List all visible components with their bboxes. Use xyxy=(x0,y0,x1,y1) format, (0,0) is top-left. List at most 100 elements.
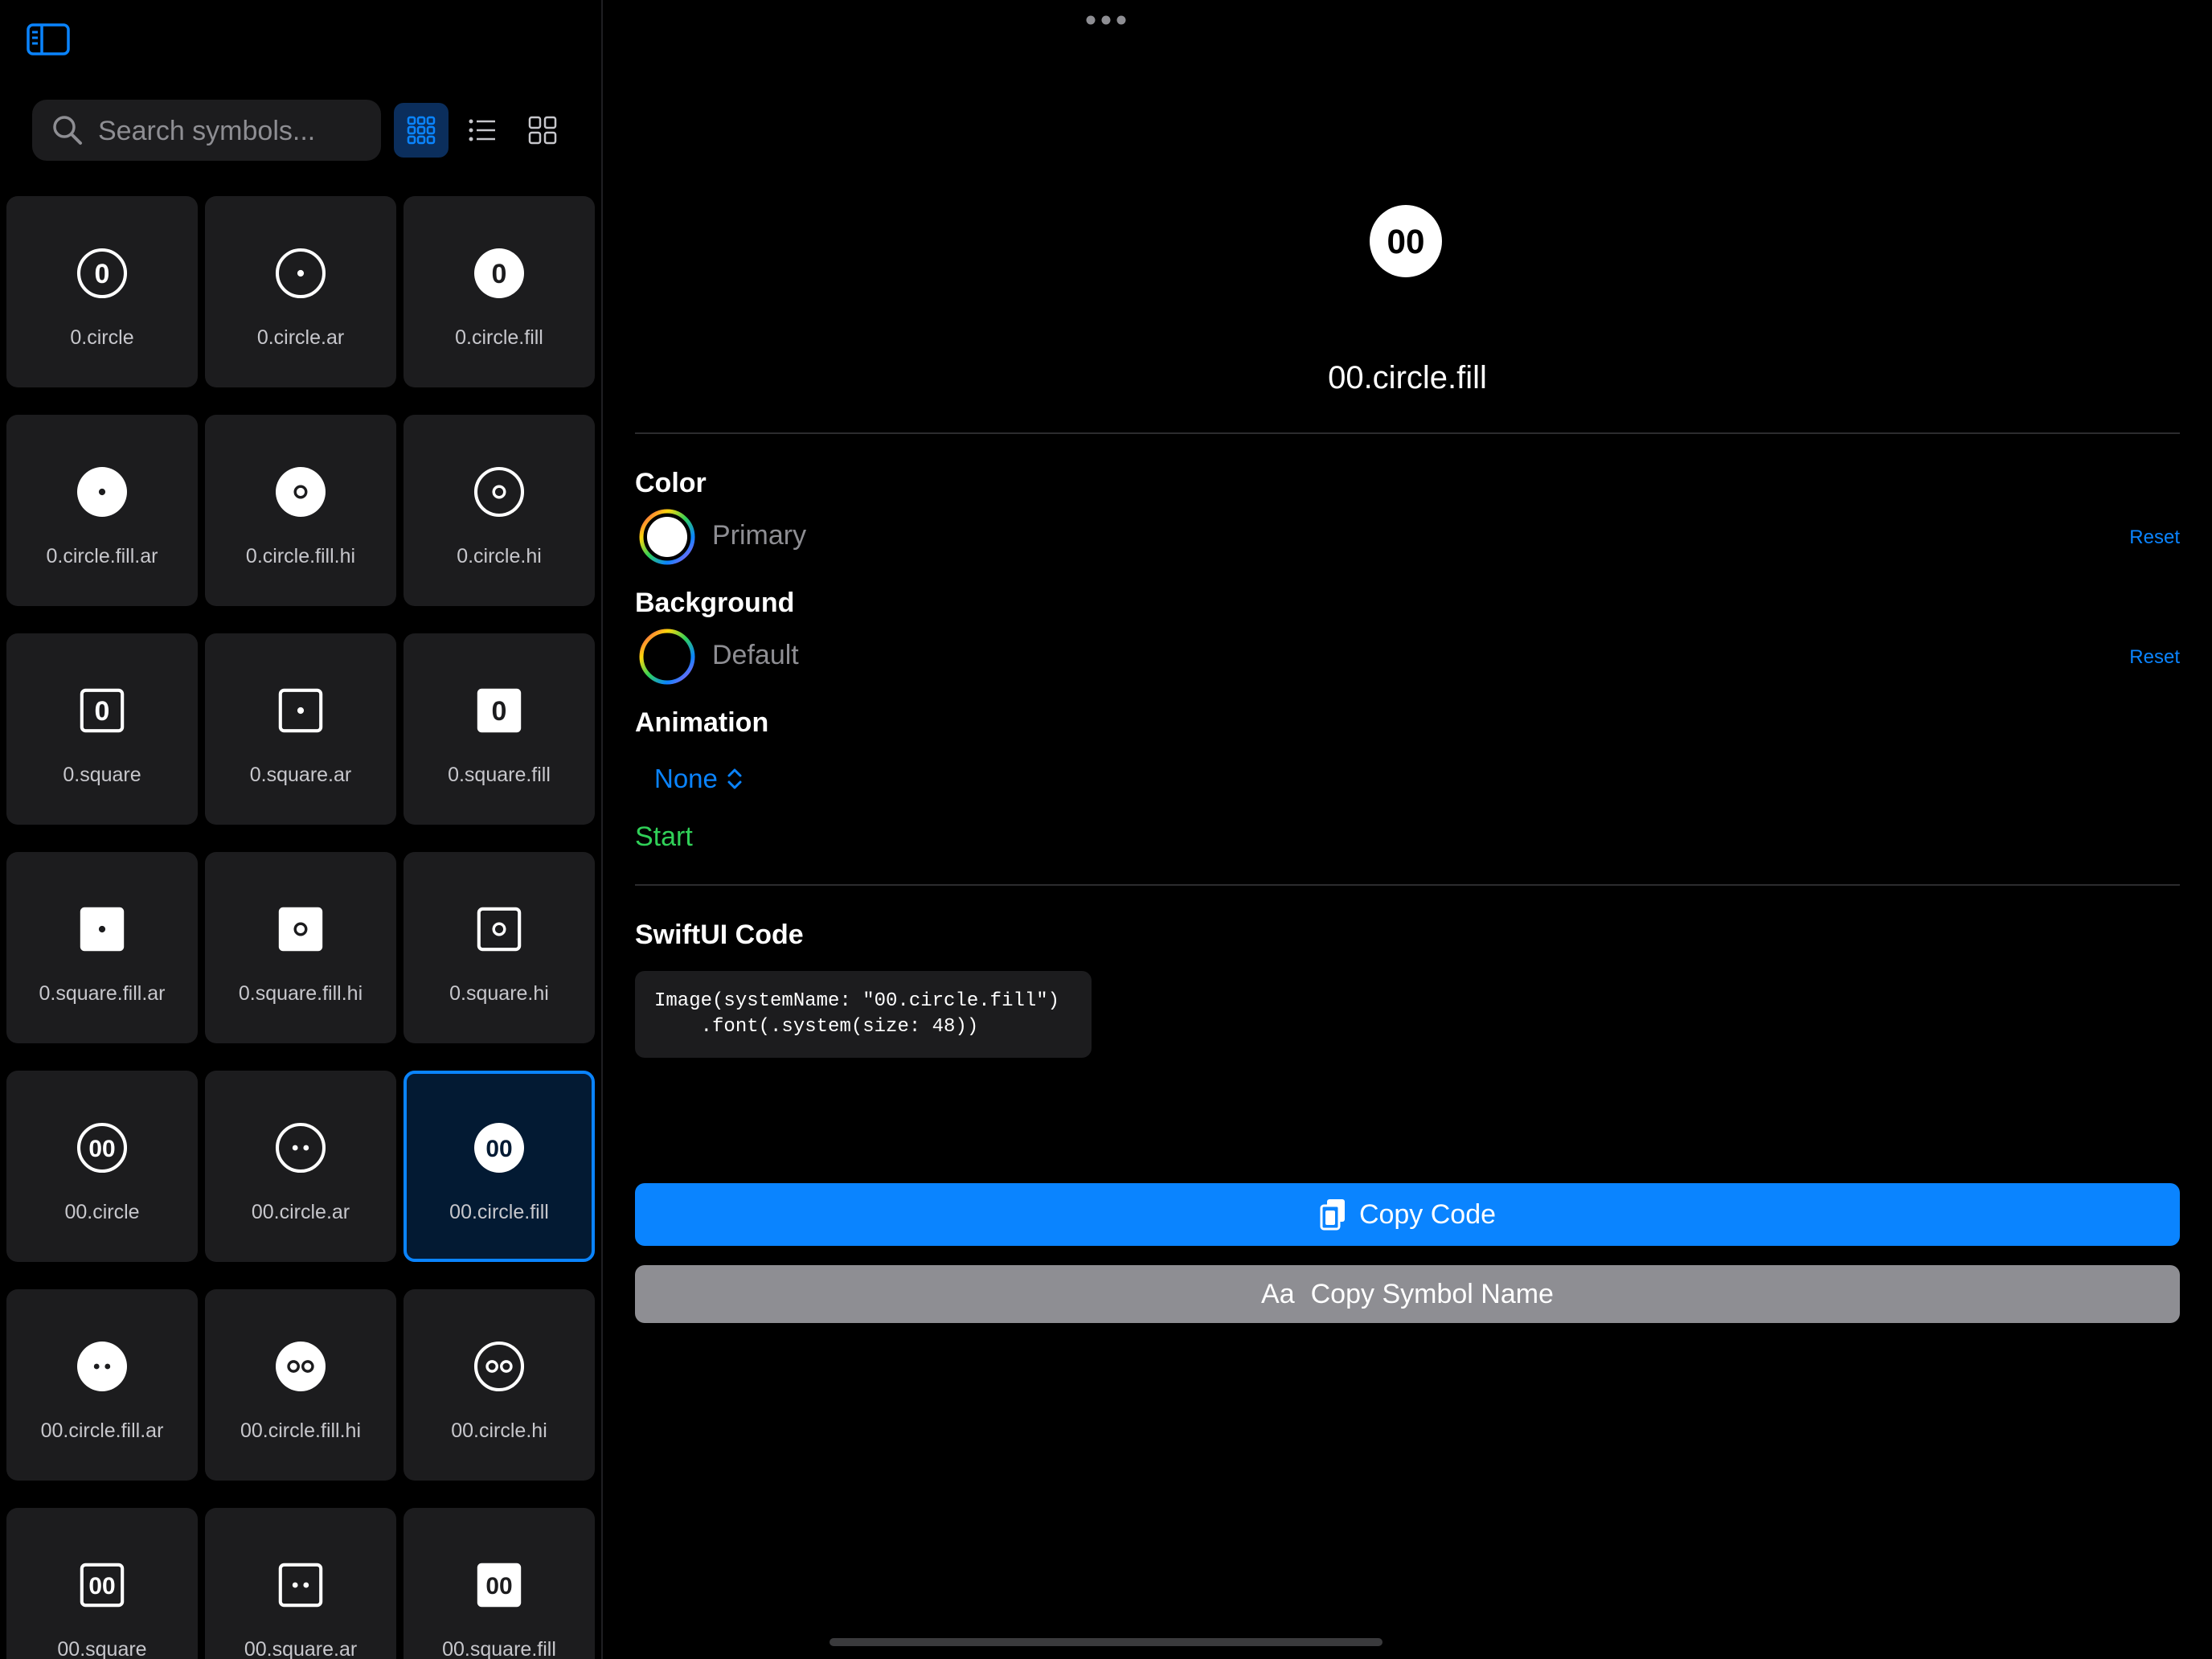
symbol-tile[interactable]: 0.circle.hi xyxy=(403,415,595,606)
background-value: Default xyxy=(712,640,799,670)
symbol-tile-label: 00.square.ar xyxy=(244,1638,358,1659)
copy-symbol-name-label: Copy Symbol Name xyxy=(1310,1278,1554,1309)
svg-text:00: 00 xyxy=(88,1573,115,1600)
small-grid-view-button[interactable] xyxy=(394,103,449,158)
symbol-tile-label: 0.square.fill xyxy=(448,764,551,786)
grid-3x3-icon xyxy=(407,116,436,145)
background-picker-swatch[interactable] xyxy=(638,628,696,686)
symbol-icon: 0 xyxy=(472,246,526,301)
symbol-tile[interactable]: 00 00.circle xyxy=(6,1071,198,1262)
symbol-tile[interactable]: 00.circle.ar xyxy=(205,1071,396,1262)
symbol-icon xyxy=(273,246,328,301)
sidebar: 0 0.circle 0.circle.ar 0 0.circle.fill 0.circ… xyxy=(0,0,603,1659)
search-input[interactable] xyxy=(96,100,373,162)
background-reset-button[interactable]: Reset xyxy=(2129,646,2180,669)
svg-text:0: 0 xyxy=(492,259,507,289)
symbol-icon xyxy=(273,902,328,956)
symbol-icon xyxy=(273,683,328,738)
symbol-icon: 00 xyxy=(75,1120,129,1175)
home-indicator xyxy=(830,1638,1382,1646)
symbol-icon: 00 xyxy=(472,1558,526,1612)
svg-text:00: 00 xyxy=(485,1136,512,1162)
symbol-tile[interactable]: 00.circle.hi xyxy=(403,1289,595,1481)
symbol-icon: 00 xyxy=(472,1120,526,1175)
symbol-icon xyxy=(472,902,526,956)
list-bullet-icon xyxy=(469,119,495,141)
symbol-tile-label: 0.square xyxy=(63,764,141,786)
search-icon xyxy=(51,114,84,146)
symbol-tile[interactable]: 0.circle.fill.ar xyxy=(6,415,198,606)
symbol-icon: 0 xyxy=(75,246,129,301)
grid-2x2-icon xyxy=(528,116,557,145)
svg-text:0: 0 xyxy=(492,696,507,727)
symbol-icon: 00 xyxy=(75,1558,129,1612)
search-field[interactable] xyxy=(32,100,381,162)
textformat-icon: Aa xyxy=(1261,1278,1295,1309)
symbol-tile-label: 0.circle.fill.ar xyxy=(46,545,158,567)
symbol-tile-label: 00.circle.ar xyxy=(251,1201,350,1223)
symbol-tile[interactable]: 00 00.square xyxy=(6,1508,198,1659)
divider xyxy=(635,432,2180,434)
copy-doc-icon xyxy=(1320,1199,1345,1231)
symbol-tile[interactable]: 00.circle.fill.ar xyxy=(6,1289,198,1481)
symbol-icon xyxy=(472,465,526,519)
symbol-tile[interactable]: 0.square.fill.ar xyxy=(6,852,198,1043)
chevron-up-down-icon xyxy=(727,768,742,789)
symbol-tile-label: 00.circle.fill xyxy=(449,1201,549,1223)
symbol-tile-label: 00.square.fill xyxy=(442,1638,556,1659)
symbol-icon xyxy=(273,1339,328,1394)
symbol-icon: 0 xyxy=(472,683,526,738)
svg-text:0: 0 xyxy=(95,259,110,289)
symbol-detail-panel: 00 00.circle.fill Color Primary Reset Ba… xyxy=(603,0,2212,1659)
svg-text:00: 00 xyxy=(485,1573,512,1600)
copy-code-button[interactable]: Copy Code xyxy=(635,1183,2180,1246)
symbol-tile[interactable]: 00 00.circle.fill xyxy=(403,1071,595,1262)
symbol-tile-label: 0.circle.ar xyxy=(256,326,345,349)
symbol-tile[interactable]: 0.circle.ar xyxy=(205,196,396,387)
symbol-tile[interactable]: 0.square.hi xyxy=(403,852,595,1043)
animation-picker[interactable]: None xyxy=(654,764,743,794)
symbol-icon xyxy=(75,1339,129,1394)
symbol-tile-label: 0.square.ar xyxy=(249,764,352,786)
symbol-icon: 0 xyxy=(75,683,129,738)
svg-text:0: 0 xyxy=(95,696,110,727)
symbol-icon xyxy=(472,1339,526,1394)
animation-section-title: Animation xyxy=(635,707,769,738)
symbol-tile[interactable]: 0 0.square.fill xyxy=(403,633,595,825)
color-section-title: Color xyxy=(635,468,707,498)
symbol-icon xyxy=(75,902,129,956)
symbol-tile[interactable]: 0.square.fill.hi xyxy=(205,852,396,1043)
start-animation-button[interactable]: Start xyxy=(635,821,693,853)
symbol-icon xyxy=(273,465,328,519)
symbol-tile-label: 00.circle xyxy=(64,1201,140,1223)
symbol-icon xyxy=(273,1558,328,1612)
ellipsis-icon[interactable] xyxy=(1085,14,1127,26)
sidebar-left-icon[interactable] xyxy=(26,23,74,59)
color-reset-button[interactable]: Reset xyxy=(2129,526,2180,549)
color-picker-swatch[interactable] xyxy=(638,508,696,566)
symbol-tile-label: 00.circle.hi xyxy=(451,1419,547,1442)
symbol-tile-label: 0.circle.hi xyxy=(457,545,542,567)
symbol-tile[interactable]: 0.circle.fill.hi xyxy=(205,415,396,606)
list-view-button[interactable] xyxy=(455,103,510,158)
large-grid-view-button[interactable] xyxy=(515,103,570,158)
divider xyxy=(635,884,2180,886)
symbol-tile[interactable]: 00.circle.fill.hi xyxy=(205,1289,396,1481)
symbol-tile[interactable]: 00.square.ar xyxy=(205,1508,396,1659)
code-block[interactable]: Image(systemName: "00.circle.fill") .fon… xyxy=(635,971,1092,1058)
symbol-tile[interactable]: 0 0.square xyxy=(6,633,198,825)
copy-code-label: Copy Code xyxy=(1358,1198,1497,1230)
symbol-preview: 00 xyxy=(1367,203,1444,280)
code-line-2: .font(.system(size: 48)) xyxy=(654,1016,979,1038)
symbol-name-title: 00.circle.fill xyxy=(1328,360,1487,395)
symbol-tile[interactable]: 0 0.circle xyxy=(6,196,198,387)
symbol-icon xyxy=(75,465,129,519)
symbol-tile[interactable]: 0 0.circle.fill xyxy=(403,196,595,387)
symbol-tile-label: 00.circle.fill.ar xyxy=(40,1419,164,1442)
animation-value: None xyxy=(654,764,718,793)
copy-symbol-name-button[interactable]: Aa Copy Symbol Name xyxy=(635,1265,2180,1323)
color-value: Primary xyxy=(712,520,807,551)
symbol-tile[interactable]: 00 00.square.fill xyxy=(403,1508,595,1659)
symbol-icon xyxy=(273,1120,328,1175)
symbol-tile[interactable]: 0.square.ar xyxy=(205,633,396,825)
